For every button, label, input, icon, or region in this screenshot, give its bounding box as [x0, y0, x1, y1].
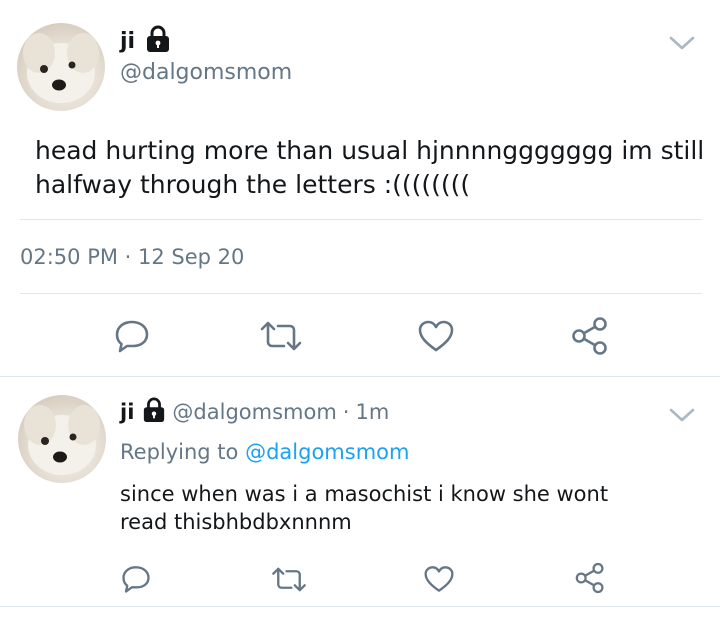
retweet-button[interactable] [270, 566, 308, 597]
share-button[interactable] [570, 316, 610, 360]
lock-icon [142, 397, 166, 427]
chevron-down-icon[interactable] [668, 406, 696, 428]
share-button[interactable] [574, 562, 606, 598]
reply-button[interactable] [113, 318, 151, 358]
reply-button[interactable] [120, 564, 152, 598]
like-button[interactable] [416, 318, 456, 358]
retweet-icon [272, 567, 306, 592]
replying-to-label: Replying to [120, 440, 239, 464]
divider [20, 219, 702, 220]
handle[interactable]: @dalgomsmom [120, 60, 292, 85]
separator: · [342, 400, 350, 424]
author-row: ji [120, 25, 171, 57]
avatar[interactable] [17, 23, 105, 111]
reply-text: since when was i a masochist i know she … [120, 480, 700, 536]
like-button[interactable] [422, 564, 456, 598]
heart-icon [418, 320, 454, 352]
chevron-down-icon[interactable] [668, 34, 696, 56]
reply-icon [122, 566, 150, 593]
timestamp[interactable]: 02:50 PM · 12 Sep 20 [20, 245, 244, 269]
lock-icon [145, 25, 171, 57]
share-icon [575, 562, 604, 594]
avatar[interactable] [18, 395, 106, 483]
display-name[interactable]: ji [120, 400, 134, 424]
reply-icon [115, 320, 149, 353]
reply-text-line: since when was i a masochist i know she … [120, 482, 609, 506]
tweet-text-line: halfway through the letters :(((((((( [35, 170, 471, 199]
share-icon [572, 317, 607, 355]
divider [0, 606, 720, 607]
tweet-age[interactable]: 1m [355, 400, 389, 424]
divider [0, 376, 720, 377]
heart-icon [424, 566, 454, 592]
replying-to-mention[interactable]: @dalgomsmom [245, 440, 409, 464]
retweet-button[interactable] [258, 320, 304, 356]
retweet-icon [260, 321, 302, 351]
tweet-text: head hurting more than usual hjnnnnggggg… [35, 134, 705, 202]
reply-author-row: ji @dalgomsmom · 1m [120, 397, 389, 427]
reply-text-line: read thisbhbdbxnnnm [120, 510, 352, 534]
handle[interactable]: @dalgomsmom [172, 400, 336, 424]
display-name[interactable]: ji [120, 29, 135, 54]
replying-to: Replying to @dalgomsmom [120, 440, 409, 464]
divider [20, 293, 702, 294]
tweet-text-line: head hurting more than usual hjnnnnggggg… [35, 136, 705, 165]
